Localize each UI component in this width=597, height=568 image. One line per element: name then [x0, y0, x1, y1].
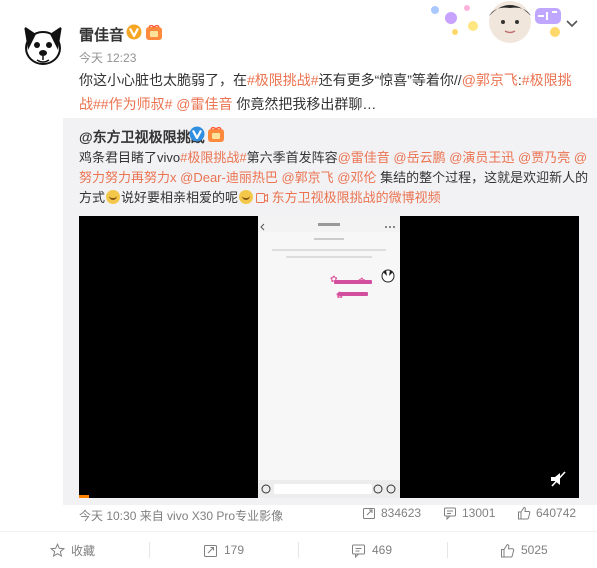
- mention-link[interactable]: @郭京飞: [462, 72, 518, 88]
- like-count[interactable]: 640742: [517, 506, 576, 520]
- mention-link[interactable]: @贾乃亮: [514, 150, 570, 165]
- hashtag-link[interactable]: #极限挑战#: [247, 72, 319, 88]
- like-icon: [518, 506, 531, 520]
- repost-block[interactable]: @东方卫视极限挑战 鸡条君目睹了vivo#极限挑战#第六季首发阵容@雷佳音 @岳…: [63, 118, 597, 505]
- video-player[interactable]: ✿ ✿ ✿: [79, 216, 579, 498]
- mention-link[interactable]: @雷佳音: [338, 150, 390, 165]
- favorite-label: 收藏: [71, 543, 96, 558]
- video-link-icon: [256, 193, 269, 203]
- divider: [298, 542, 299, 558]
- like-icon: [501, 543, 515, 557]
- vip-v-badge-icon: [189, 126, 205, 142]
- mention-link[interactable]: @岳云鹏: [390, 150, 445, 165]
- comment-button-label: 469: [372, 543, 393, 557]
- comment-icon: [444, 507, 456, 520]
- video-link[interactable]: 东方卫视极限挑战的微博视频: [254, 190, 441, 205]
- divider: [149, 542, 150, 558]
- mention-link[interactable]: @雷佳音: [176, 96, 232, 112]
- post-text: 你这小心脏也太脆弱了，在#极限挑战#还有更多“惊喜”等着你//@郭京飞:#极限挑…: [79, 68, 584, 116]
- comment-icon: [352, 544, 365, 558]
- vip-v-badge-icon: [126, 24, 142, 40]
- mention-link[interactable]: @Dear-迪丽热巴: [177, 170, 278, 185]
- dog-avatar-icon: [18, 20, 68, 70]
- hashtag-link[interactable]: #作为师叔#: [101, 96, 173, 112]
- divider: [447, 542, 448, 558]
- like-button[interactable]: 5025: [500, 538, 548, 562]
- video-link-label: 东方卫视极限挑战的微博视频: [268, 190, 441, 205]
- star-icon: [50, 542, 65, 557]
- repost-button-label: 179: [224, 543, 245, 557]
- post-time[interactable]: 今天 12:23: [79, 49, 136, 66]
- text-segment: 你这小心脏也太脆弱了，在: [79, 72, 247, 88]
- comment-button[interactable]: 469: [351, 538, 392, 562]
- mention-link[interactable]: @郭京飞: [278, 170, 333, 185]
- author-name[interactable]: 雷佳音: [79, 24, 124, 45]
- level-badge-icon: [208, 127, 224, 142]
- comment-count-label: 13001: [462, 506, 496, 520]
- text-segment: 还有更多“惊喜”等着你//: [318, 72, 462, 88]
- weibo-post-card: 雷佳音 今天 12:23 你这小心脏也太脆弱了，在#极限挑战#还有更多“惊喜”等…: [0, 0, 597, 568]
- comment-count[interactable]: 13001: [443, 506, 495, 520]
- repost-text: 鸡条君目睹了vivo#极限挑战#第六季首发阵容@雷佳音 @岳云鹏 @演员王迅 @…: [79, 148, 591, 208]
- video-progress-bar[interactable]: [79, 495, 89, 498]
- repost-icon: [363, 508, 375, 519]
- hashtag-link[interactable]: #极限挑战#: [180, 150, 246, 165]
- text-segment: 说好要相亲相爱的呢: [121, 190, 239, 205]
- video-frame-content: ✿ ✿ ✿: [258, 223, 400, 498]
- repost-author[interactable]: @东方卫视极限挑战: [79, 127, 205, 147]
- divider: [0, 531, 597, 532]
- like-button-label: 5025: [521, 543, 548, 557]
- emoji-icon: [106, 190, 121, 204]
- avatar[interactable]: [18, 20, 68, 70]
- repost-source: 今天 10:30 来自 vivo X30 Pro专业影像: [79, 509, 284, 523]
- video-frame: ✿ ✿ ✿: [258, 216, 400, 498]
- text-segment: 鸡条君目睹了vivo: [79, 150, 181, 165]
- repost-button[interactable]: 179: [203, 538, 244, 562]
- text-segment: 你竟然把我移出群聊…: [232, 96, 377, 112]
- favorite-button[interactable]: 收藏: [50, 538, 95, 562]
- emoji-icon: [239, 190, 254, 204]
- repost-count-label: 834623: [381, 506, 422, 520]
- repost-count[interactable]: 834623: [362, 506, 421, 520]
- mention-link[interactable]: @邓伦: [334, 170, 376, 185]
- mention-link[interactable]: @演员王迅: [446, 150, 514, 165]
- mute-icon[interactable]: [549, 470, 567, 488]
- chevron-down-icon[interactable]: [564, 15, 580, 31]
- repost-icon: [204, 544, 217, 557]
- like-count-label: 640742: [536, 506, 577, 520]
- text-segment: 第六季首发阵容: [246, 150, 338, 165]
- sticker-deco-icon: [431, 1, 561, 43]
- level-badge-icon: [146, 25, 162, 40]
